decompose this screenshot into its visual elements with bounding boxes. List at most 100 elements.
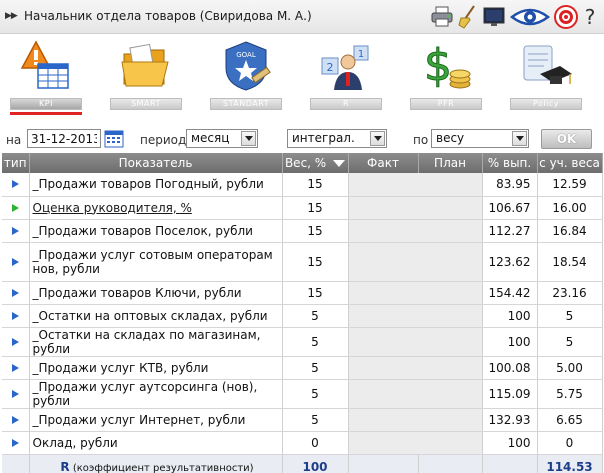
row-pct-cell: 123.62: [482, 242, 538, 282]
play-blue-icon[interactable]: [11, 389, 19, 398]
row-pct-cell: 106.67: [482, 196, 538, 220]
row-pct-cell: 132.93: [482, 408, 538, 432]
svg-text:$: $: [424, 40, 452, 91]
play-blue-icon[interactable]: [11, 415, 19, 424]
row-weight-cell: 5: [282, 408, 349, 432]
table-row[interactable]: Оклад, рубли 0 100 0: [2, 431, 603, 455]
row-pct-cell: 100: [482, 431, 538, 455]
table-row[interactable]: _Продажи услуг Интернет, рубли 5 132.93 6.6…: [2, 408, 603, 432]
row-type-cell[interactable]: [2, 379, 30, 409]
table-row[interactable]: _Продажи услуг сотовым операторам нов, р…: [2, 242, 603, 282]
eye-icon[interactable]: [510, 4, 550, 30]
nav-item-pfr[interactable]: $ PFR: [406, 36, 486, 118]
footer-weighted-total: 114.53: [537, 454, 603, 473]
nav-item-standart[interactable]: GOAL STANDART: [206, 36, 286, 118]
nav-item-label: R: [310, 98, 382, 110]
row-plan-cell: [418, 356, 483, 380]
row-type-cell[interactable]: [2, 356, 30, 380]
kpi-table: тип Показатель Вес, % Факт План % вып. с…: [2, 153, 603, 473]
play-green-icon[interactable]: [11, 203, 19, 212]
row-weight-cell: 5: [282, 356, 349, 380]
indicator-name: _Продажи услуг аутсорсинга (нов), рубли: [32, 379, 258, 408]
row-type-cell[interactable]: [2, 281, 30, 305]
row-weighted-cell: 6.65: [537, 408, 603, 432]
sort-desc-icon: [333, 159, 346, 167]
page-title: Начальник отдела товаров (Свиридова М. А…: [24, 9, 312, 23]
row-fact-cell: [348, 356, 418, 380]
play-blue-icon[interactable]: [11, 288, 19, 297]
col-weight[interactable]: Вес, %: [282, 153, 349, 173]
table-row[interactable]: Оценка руководителя, % 15 106.67 16.00: [2, 196, 603, 220]
play-blue-icon[interactable]: [11, 311, 19, 320]
table-row[interactable]: _Остатки на оптовых складах, рубли 5 100 5: [2, 304, 603, 328]
filter-bar: на период месяц интеграл. по весу OK: [0, 124, 604, 154]
chevron-down-icon: [370, 131, 385, 146]
broom-icon[interactable]: [458, 4, 478, 30]
row-type-cell[interactable]: [2, 196, 30, 220]
calendar-icon[interactable]: [104, 129, 124, 148]
row-name-cell: _Остатки на оптовых складах, рубли: [29, 304, 283, 328]
row-fact-cell: [348, 242, 418, 282]
row-type-cell[interactable]: [2, 173, 30, 197]
row-pct-cell: 83.95: [482, 173, 538, 197]
play-blue-icon[interactable]: [11, 337, 19, 346]
table-row[interactable]: _Остатки на складах по магазинам, рубли 5…: [2, 327, 603, 357]
table-row[interactable]: _Продажи услуг КТВ, рубли 5 100.08 5.00: [2, 356, 603, 380]
play-blue-icon[interactable]: [11, 226, 19, 235]
row-type-cell[interactable]: [2, 219, 30, 243]
help-icon[interactable]: ?: [582, 4, 598, 30]
table-row[interactable]: _Продажи товаров Погодный, рубли 15 83.95 1…: [2, 173, 603, 197]
indicator-name: _Остатки на складах по магазинам, рубли: [32, 327, 261, 356]
date-input[interactable]: [27, 129, 101, 148]
period-select[interactable]: месяц: [186, 129, 258, 148]
chevron-down-icon: [512, 131, 527, 146]
date-label: на: [6, 133, 22, 147]
col-pct[interactable]: % вып.: [482, 153, 538, 173]
indicator-link[interactable]: Оценка руководителя, %: [33, 201, 192, 215]
row-name-cell: _Продажи товаров Погодный, рубли: [29, 173, 283, 197]
nav-item-smart[interactable]: SMART: [106, 36, 186, 118]
row-weight-cell: 15: [282, 281, 349, 305]
sort-label: по: [413, 133, 429, 147]
row-plan-cell: [418, 196, 483, 220]
col-name[interactable]: Показатель: [29, 153, 283, 173]
row-type-cell[interactable]: [2, 304, 30, 328]
table-row[interactable]: _Продажи товаров Ключи, рубли 15 154.42 23.…: [2, 281, 603, 305]
nav-item-policy[interactable]: Policy: [506, 36, 586, 118]
kpi-warning-table-icon: [20, 40, 69, 89]
col-weighted[interactable]: с уч. веса: [537, 153, 603, 173]
col-tip[interactable]: тип: [2, 153, 30, 173]
row-pct-cell: 100: [482, 304, 538, 328]
ok-button[interactable]: OK: [541, 129, 592, 149]
col-fact[interactable]: Факт: [348, 153, 419, 173]
play-blue-icon[interactable]: [11, 180, 19, 189]
table-row[interactable]: _Продажи товаров Поселок, рубли 15 112.27 1…: [2, 219, 603, 243]
col-plan[interactable]: План: [418, 153, 483, 173]
row-type-cell[interactable]: [2, 242, 30, 282]
goal-star-icon: GOAL: [225, 41, 271, 91]
mode-select[interactable]: интеграл.: [287, 129, 387, 148]
row-plan-cell: [418, 219, 483, 243]
nav-item-label: KPI: [10, 98, 82, 110]
nav-item-r[interactable]: 2 1 R: [306, 36, 386, 118]
play-blue-icon[interactable]: [11, 257, 19, 266]
indicator-name: _Продажи услуг КТВ, рубли: [32, 360, 209, 375]
row-weight-cell: 15: [282, 196, 349, 220]
row-weighted-cell: 18.54: [537, 242, 603, 282]
play-blue-icon[interactable]: [11, 438, 19, 447]
row-type-cell[interactable]: [2, 327, 30, 357]
play-blue-icon[interactable]: [11, 363, 19, 372]
indicator-name: _Продажи услуг сотовым операторам нов, р…: [32, 247, 273, 276]
print-icon[interactable]: [430, 4, 454, 30]
table-header-row: тип Показатель Вес, % Факт План % вып. с…: [2, 153, 603, 173]
row-plan-cell: [418, 327, 483, 357]
row-type-cell[interactable]: [2, 408, 30, 432]
monitor-icon[interactable]: [482, 4, 506, 30]
nav-item-kpi[interactable]: KPI: [6, 36, 86, 118]
sort-select[interactable]: весу: [431, 129, 529, 148]
target-icon[interactable]: [554, 4, 578, 30]
app-header: ▶▶ Начальник отдела товаров (Свиридова М…: [0, 0, 604, 34]
row-type-cell[interactable]: [2, 431, 30, 455]
table-row[interactable]: _Продажи услуг аутсорсинга (нов), рубли 5…: [2, 379, 603, 409]
nav-item-label: SMART: [110, 98, 182, 110]
